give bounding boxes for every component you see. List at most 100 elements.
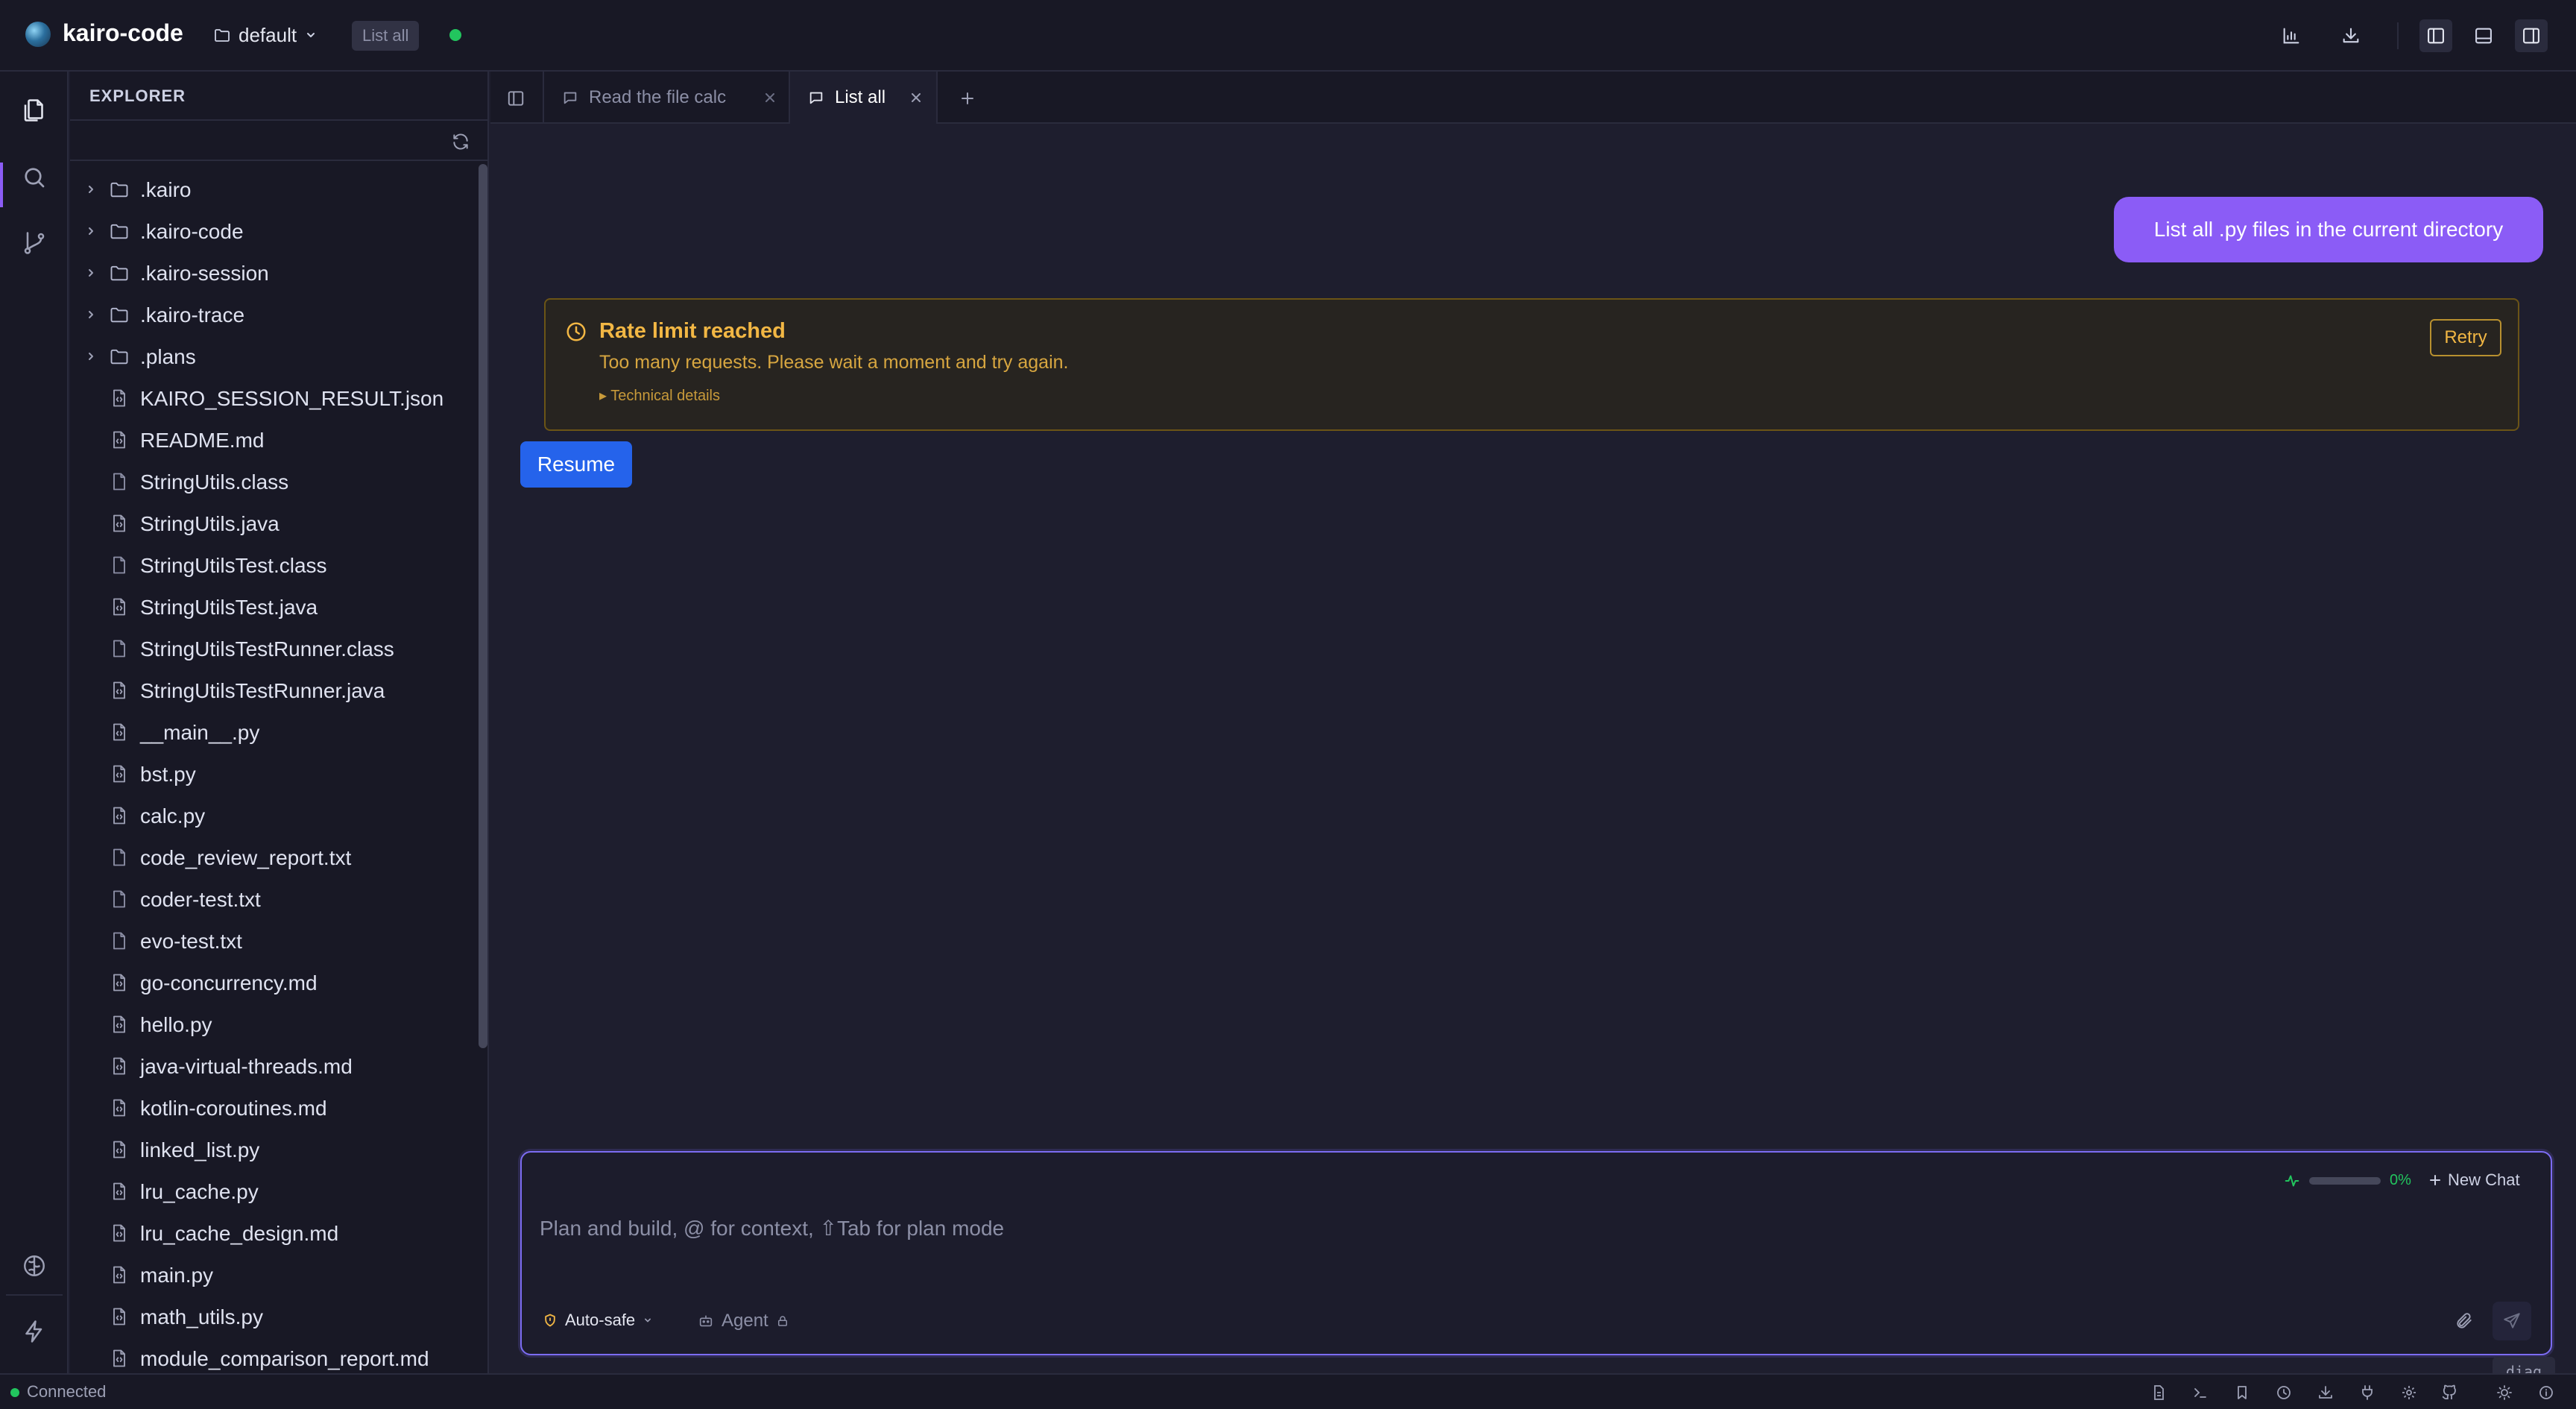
tree-file[interactable]: evo-test.txt	[70, 920, 473, 962]
download-icon	[2317, 1384, 2334, 1402]
status-file-button[interactable]	[2148, 1382, 2169, 1403]
tree-file[interactable]: main.py	[70, 1254, 473, 1296]
tree-file[interactable]: README.md	[70, 419, 473, 461]
resume-button[interactable]: Resume	[520, 441, 632, 488]
tree-folder[interactable]: .kairo	[70, 168, 473, 210]
toggle-bottom-panel-button[interactable]	[2467, 19, 2500, 52]
source-control-view-button[interactable]	[10, 219, 58, 267]
tree-file[interactable]: calc.py	[70, 795, 473, 836]
attach-file-button[interactable]	[2449, 1306, 2479, 1336]
tree-folder[interactable]: .kairo-session	[70, 252, 473, 294]
tab-list-all[interactable]: List all	[789, 72, 938, 125]
tab-bar: Read the file calc List all	[490, 72, 2576, 125]
tree-file[interactable]: math_utils.py	[70, 1296, 473, 1337]
tree-item-label: java-virtual-threads.md	[140, 1055, 353, 1078]
tree-file[interactable]: bst.py	[70, 753, 473, 795]
toggle-right-panel-button[interactable]	[2515, 19, 2548, 52]
status-github-button[interactable]	[2439, 1382, 2460, 1403]
prompt-input[interactable]	[540, 1211, 2478, 1246]
permission-mode-selector[interactable]: Auto-safe	[543, 1311, 653, 1330]
info-icon	[2537, 1384, 2555, 1402]
explorer-view-button[interactable]	[10, 86, 58, 134]
chevron-down-icon	[304, 28, 318, 42]
explorer-title: EXPLORER	[89, 86, 186, 105]
agent-mode-toggle[interactable]: Agent	[698, 1311, 789, 1331]
tree-folder[interactable]: .plans	[70, 335, 473, 377]
bookmark-icon	[2233, 1384, 2251, 1402]
clock-icon	[565, 321, 587, 343]
tree-file[interactable]: coder-test.txt	[70, 878, 473, 920]
status-history-button[interactable]	[2273, 1382, 2294, 1403]
tree-item-label: main.py	[140, 1264, 214, 1287]
skills-button[interactable]	[10, 1308, 58, 1355]
tree-file[interactable]: __main__.py	[70, 711, 473, 753]
history-icon	[2275, 1384, 2293, 1402]
tree-folder[interactable]: .kairo-trace	[70, 294, 473, 335]
export-button[interactable]	[2334, 19, 2367, 52]
tree-file[interactable]: go-concurrency.md	[70, 962, 473, 1003]
toggle-sidebar-button[interactable]	[501, 83, 531, 113]
search-view-button[interactable]	[10, 154, 58, 201]
tree-file[interactable]: linked_list.py	[70, 1129, 473, 1170]
tree-file[interactable]: StringUtilsTestRunner.java	[70, 669, 473, 711]
context-usage-meter: 0%	[2284, 1172, 2411, 1189]
code-file-icon	[109, 513, 130, 534]
permission-mode-label: Auto-safe	[565, 1311, 636, 1329]
tree-file[interactable]: code_review_report.txt	[70, 836, 473, 878]
tree-file[interactable]: lru_cache.py	[70, 1170, 473, 1212]
layout-right-panel-icon	[2521, 25, 2542, 46]
close-icon[interactable]	[763, 91, 777, 104]
code-file-icon	[109, 1097, 130, 1118]
refresh-icon	[451, 132, 470, 151]
tree-item-label: StringUtils.class	[140, 470, 289, 494]
tree-file[interactable]: StringUtilsTest.java	[70, 586, 473, 628]
code-file-icon	[109, 722, 130, 743]
connection-indicator	[10, 1388, 19, 1397]
refresh-button[interactable]	[447, 128, 474, 155]
new-tab-button[interactable]	[954, 85, 981, 112]
tab-read-the-file-calc[interactable]: Read the file calc	[543, 72, 790, 124]
send-button[interactable]	[2493, 1302, 2531, 1340]
explorer-scrollbar[interactable]	[479, 164, 487, 1048]
tree-file[interactable]: java-virtual-threads.md	[70, 1045, 473, 1087]
close-icon[interactable]	[909, 91, 923, 104]
tree-file[interactable]: StringUtils.class	[70, 461, 473, 502]
tree-folder[interactable]: .kairo-code	[70, 210, 473, 252]
tree-file[interactable]: lru_cache_design.md	[70, 1212, 473, 1254]
status-settings-button[interactable]	[2399, 1382, 2419, 1403]
stats-button[interactable]	[2275, 19, 2308, 52]
folder-icon	[109, 304, 130, 325]
status-terminal-button[interactable]	[2190, 1382, 2211, 1403]
memory-button[interactable]	[10, 1242, 58, 1290]
status-theme-button[interactable]	[2494, 1382, 2515, 1403]
file-icon	[109, 638, 130, 659]
retry-button[interactable]: Retry	[2430, 319, 2501, 356]
tree-file[interactable]: StringUtils.java	[70, 502, 473, 544]
technical-details-toggle[interactable]: ▸ Technical details	[599, 386, 720, 405]
tree-file[interactable]: hello.py	[70, 1003, 473, 1045]
code-file-icon	[109, 1014, 130, 1035]
tree-file[interactable]: KAIRO_SESSION_RESULT.json	[70, 377, 473, 419]
tree-item-label: lru_cache_design.md	[140, 1222, 339, 1245]
tree-item-label: evo-test.txt	[140, 930, 242, 953]
connection-status-dot	[449, 29, 461, 41]
paperclip-icon	[2455, 1311, 2474, 1331]
status-bookmark-button[interactable]	[2232, 1382, 2253, 1403]
workspace-selector[interactable]: default	[213, 19, 318, 51]
tree-file[interactable]: kotlin-coroutines.md	[70, 1087, 473, 1129]
toggle-left-panel-button[interactable]	[2419, 19, 2452, 52]
tree-file[interactable]: StringUtilsTest.class	[70, 544, 473, 586]
tree-item-label: module_comparison_report.md	[140, 1347, 429, 1370]
status-download-button[interactable]	[2315, 1382, 2336, 1403]
tree-item-label: code_review_report.txt	[140, 846, 352, 869]
terminal-icon	[2191, 1384, 2209, 1402]
file-icon	[109, 889, 130, 910]
tree-file[interactable]: module_comparison_report.md	[70, 1337, 473, 1373]
tree-file[interactable]: StringUtilsTestRunner.class	[70, 628, 473, 669]
status-info-button[interactable]	[2536, 1382, 2557, 1403]
new-chat-button[interactable]: New Chat	[2428, 1170, 2520, 1190]
tree-item-label: .kairo-session	[140, 262, 269, 285]
files-icon	[21, 97, 48, 124]
status-plugin-button[interactable]	[2357, 1382, 2378, 1403]
tree-item-label: StringUtils.java	[140, 512, 280, 535]
